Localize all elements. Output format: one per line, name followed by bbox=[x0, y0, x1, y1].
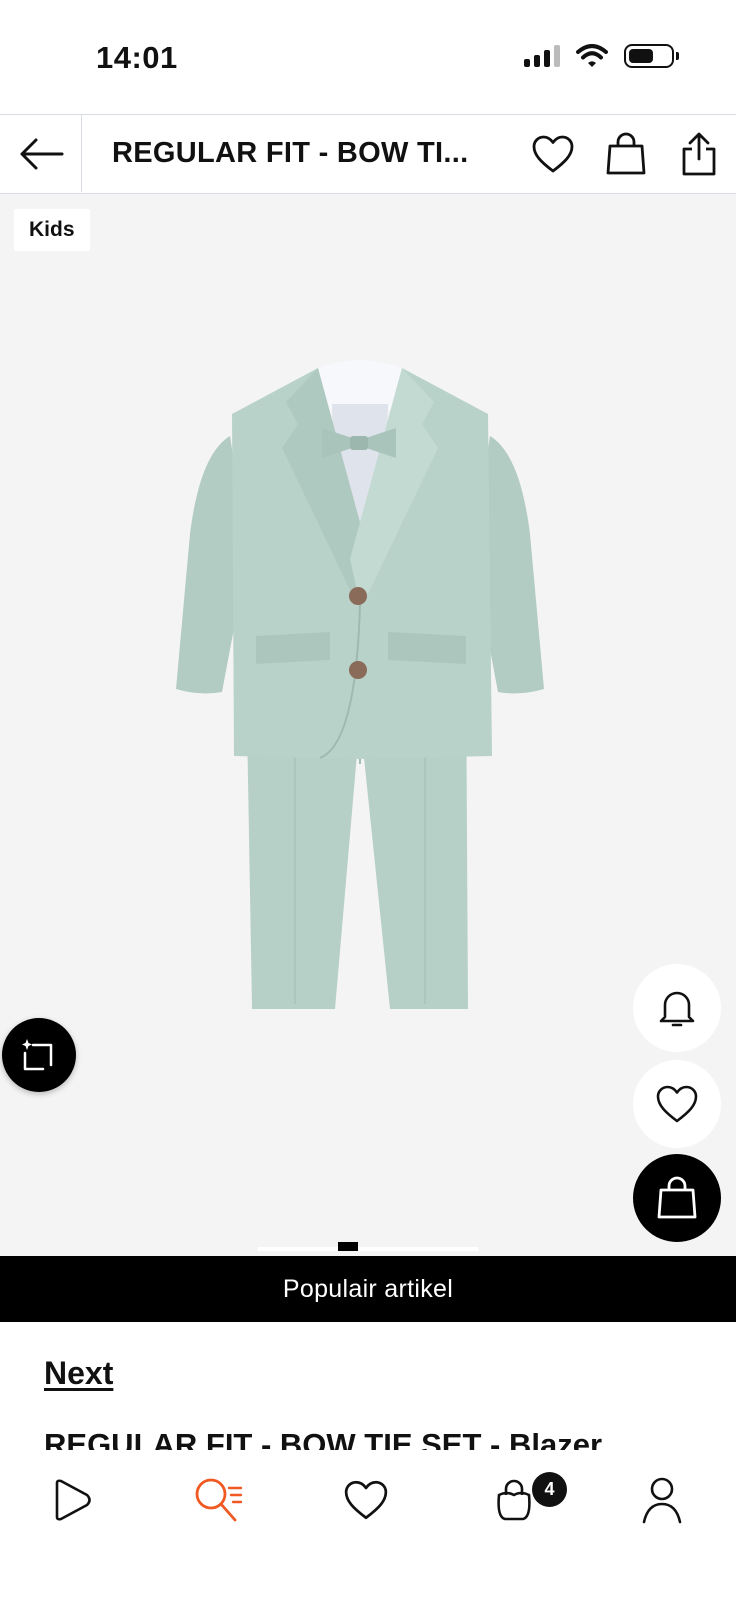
share-icon bbox=[682, 132, 716, 176]
gallery-pager bbox=[258, 1242, 478, 1251]
pager-active-indicator bbox=[338, 1242, 358, 1251]
sparkle-crop-icon bbox=[22, 1039, 53, 1071]
bag-icon bbox=[606, 132, 646, 175]
kids-badge: Kids bbox=[14, 209, 90, 251]
status-bar: 14:01 bbox=[0, 0, 736, 114]
bag-button[interactable] bbox=[603, 131, 649, 177]
heart-icon bbox=[344, 1480, 388, 1520]
brand-link[interactable]: Next bbox=[44, 1355, 113, 1392]
heart-icon bbox=[532, 135, 574, 173]
wishlist-button[interactable] bbox=[530, 131, 576, 177]
arrow-left-icon bbox=[20, 138, 63, 169]
nav-play[interactable] bbox=[42, 1470, 102, 1530]
notify-button[interactable] bbox=[633, 964, 721, 1052]
bell-icon bbox=[659, 991, 695, 1027]
page-title: REGULAR FIT - BOW TI... bbox=[112, 137, 469, 169]
heart-icon bbox=[656, 1085, 698, 1123]
product-name: REGULAR FIT - BOW TIE SET - Blazer bbox=[44, 1427, 603, 1451]
bag-icon bbox=[657, 1176, 697, 1219]
search-list-icon bbox=[195, 1478, 243, 1522]
status-time: 14:01 bbox=[96, 40, 178, 75]
back-button[interactable] bbox=[0, 115, 82, 192]
product-image[interactable] bbox=[170, 344, 560, 1084]
add-to-wishlist-button[interactable] bbox=[633, 1060, 721, 1148]
user-icon bbox=[642, 1477, 682, 1524]
popular-banner: Populair artikel bbox=[0, 1256, 736, 1322]
nav-wishlist[interactable] bbox=[336, 1470, 396, 1530]
wifi-icon bbox=[576, 44, 608, 67]
play-icon bbox=[55, 1479, 91, 1521]
status-icons bbox=[524, 44, 679, 68]
add-to-bag-button[interactable] bbox=[633, 1154, 721, 1242]
cart-count-badge: 4 bbox=[532, 1472, 567, 1507]
product-header: REGULAR FIT - BOW TI... bbox=[0, 114, 736, 194]
battery-icon bbox=[624, 44, 679, 68]
bag-icon bbox=[497, 1479, 531, 1521]
bottom-nav bbox=[0, 1450, 736, 1600]
nav-search[interactable] bbox=[188, 1470, 248, 1530]
signal-icon bbox=[524, 45, 560, 67]
visual-search-button[interactable] bbox=[2, 1018, 76, 1092]
product-gallery[interactable]: Kids bbox=[0, 194, 736, 1256]
share-button[interactable] bbox=[676, 131, 722, 177]
nav-account[interactable] bbox=[632, 1470, 692, 1530]
